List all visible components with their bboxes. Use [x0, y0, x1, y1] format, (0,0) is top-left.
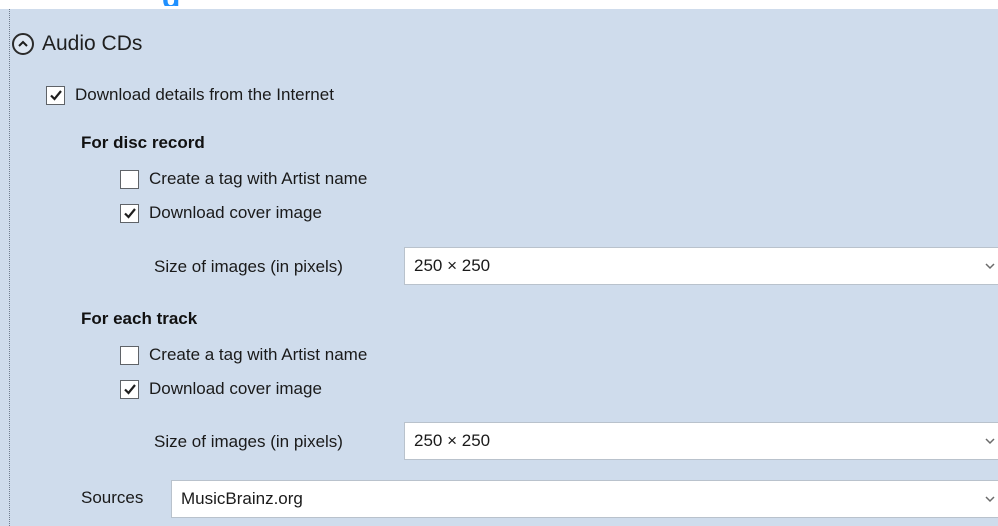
track-cover-image-option[interactable]: Download cover image	[120, 376, 322, 402]
panel-left-border	[9, 9, 10, 526]
download-details-option[interactable]: Download details from the Internet	[46, 82, 334, 108]
track-size-dropdown[interactable]: 250 × 250	[404, 422, 998, 460]
disc-record-heading: For disc record	[81, 133, 205, 152]
section-header-audio-cds[interactable]: Audio CDs	[12, 26, 142, 62]
disc-cover-image-label: Download cover image	[149, 203, 322, 222]
track-cover-image-label: Download cover image	[149, 379, 322, 398]
track-size-label: Size of images (in pixels)	[154, 432, 343, 451]
chevron-down-icon	[985, 496, 995, 503]
disc-artist-tag-option[interactable]: Create a tag with Artist name	[120, 166, 367, 192]
disc-artist-tag-label: Create a tag with Artist name	[149, 169, 368, 188]
download-details-checkbox[interactable]	[46, 85, 65, 105]
track-artist-tag-option[interactable]: Create a tag with Artist name	[120, 342, 367, 368]
track-artist-tag-checkbox[interactable]	[120, 345, 139, 365]
collapse-section-button[interactable]	[12, 33, 34, 55]
disc-size-dropdown[interactable]: 250 × 250	[404, 247, 998, 285]
section-title: Audio CDs	[42, 32, 143, 55]
disc-cover-image-checkbox[interactable]	[120, 203, 139, 223]
chevron-up-icon	[18, 40, 28, 47]
check-icon	[49, 90, 62, 101]
download-details-label: Download details from the Internet	[75, 85, 334, 104]
top-strip	[0, 0, 998, 9]
chevron-down-icon	[985, 263, 995, 270]
sources-value: MusicBrainz.org	[181, 489, 303, 508]
sources-dropdown[interactable]: MusicBrainz.org	[171, 480, 998, 518]
check-icon	[123, 208, 136, 219]
track-cover-image-checkbox[interactable]	[120, 379, 139, 399]
track-artist-tag-label: Create a tag with Artist name	[149, 345, 368, 364]
check-icon	[123, 384, 136, 395]
sources-label: Sources	[81, 488, 144, 507]
disc-size-label: Size of images (in pixels)	[154, 257, 343, 276]
disc-cover-image-option[interactable]: Download cover image	[120, 200, 322, 226]
disc-artist-tag-checkbox[interactable]	[120, 169, 139, 189]
disc-size-value: 250 × 250	[414, 256, 491, 275]
chevron-down-icon	[985, 438, 995, 445]
track-size-value: 250 × 250	[414, 431, 491, 450]
partial-heading-fragment: g	[162, 0, 232, 6]
each-track-heading: For each track	[81, 309, 198, 328]
